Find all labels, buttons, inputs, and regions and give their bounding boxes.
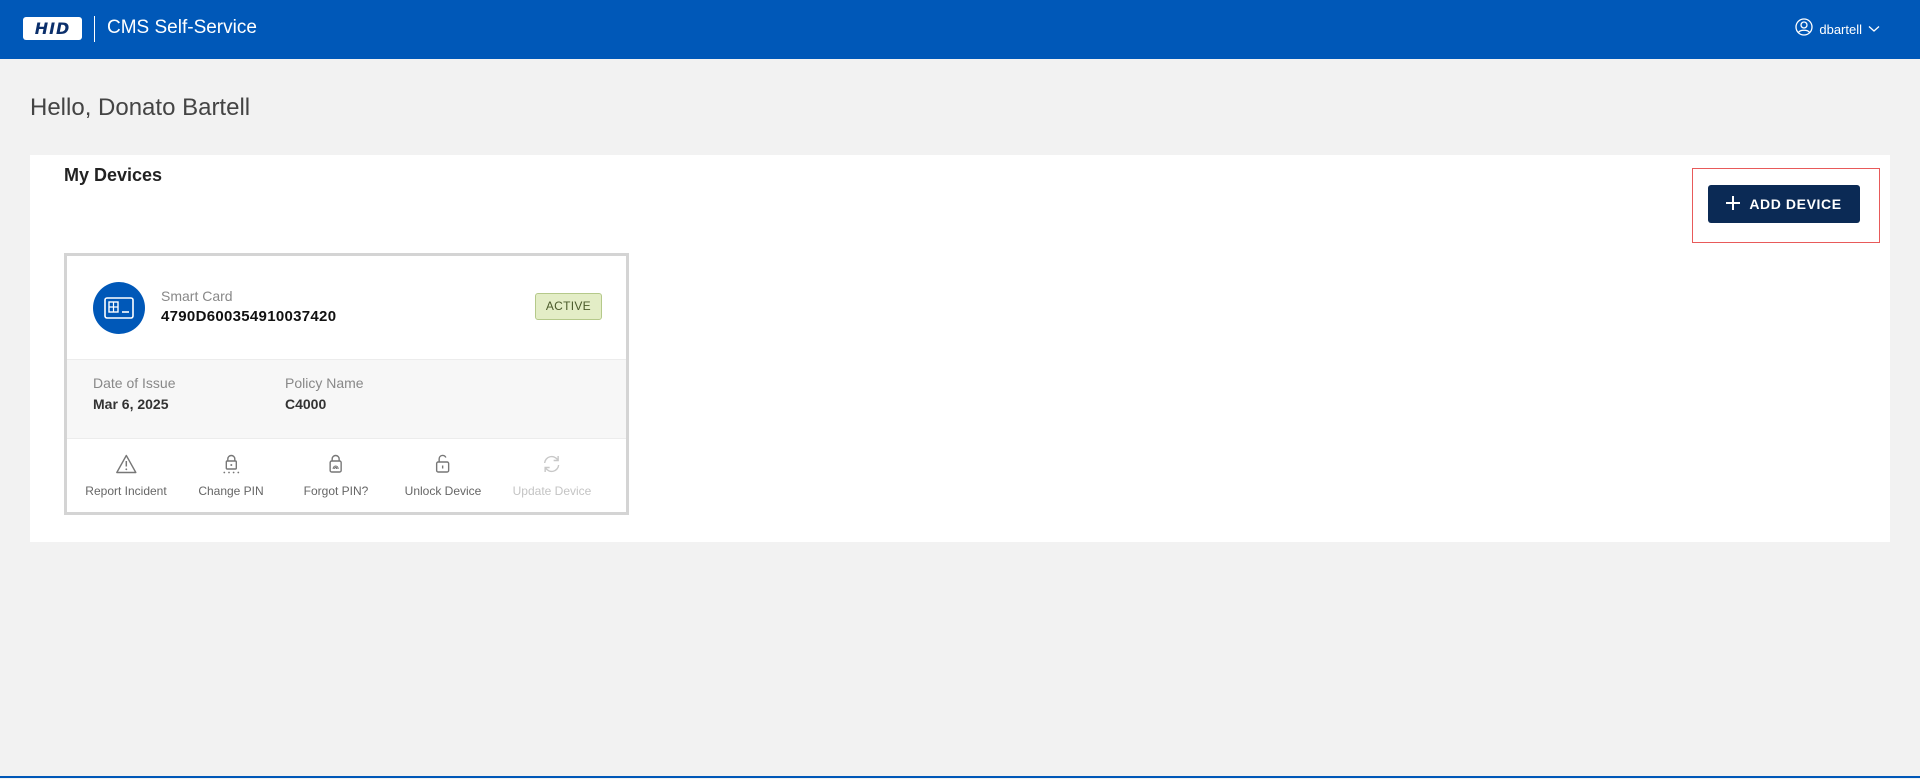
smart-card-icon	[93, 282, 145, 334]
status-badge: ACTIVE	[534, 293, 602, 320]
chevron-down-icon	[1868, 20, 1880, 38]
forgot-pin-label: Forgot PIN?	[303, 484, 369, 498]
panel-title: My Devices	[64, 165, 163, 185]
date-of-issue-label: Date of Issue	[93, 375, 176, 391]
unlock-device-action[interactable]: Unlock Device	[404, 454, 482, 498]
forgot-pin-action[interactable]: Forgot PIN?	[303, 454, 369, 498]
add-device-button[interactable]: ADD DEVICE	[1708, 185, 1860, 223]
lock-fingerprint-icon	[325, 454, 347, 479]
report-incident-label: Report Incident	[85, 484, 167, 498]
user-circle-icon	[1795, 17, 1814, 41]
date-of-issue: Date of Issue Mar 6, 2025	[93, 375, 176, 412]
policy-name: Policy Name C4000	[285, 375, 364, 412]
hid-logo[interactable]: HID	[23, 17, 82, 40]
top-app-bar: HID CMS Self-Service dbartell	[0, 0, 1920, 59]
device-card: Smart Card 4790D600354910037420 ACTIVE D…	[64, 253, 629, 515]
logo-text: HID	[34, 19, 71, 38]
change-pin-label: Change PIN	[198, 484, 264, 498]
report-incident-action[interactable]: Report Incident	[85, 454, 167, 498]
add-device-highlight: ADD DEVICE	[1692, 168, 1880, 243]
unlock-device-label: Unlock Device	[404, 484, 482, 498]
device-info: Date of Issue Mar 6, 2025 Policy Name C4…	[67, 359, 626, 439]
user-name: dbartell	[1819, 21, 1862, 37]
date-of-issue-value: Mar 6, 2025	[93, 396, 169, 412]
plus-icon	[1726, 195, 1741, 213]
device-type: Smart Card	[161, 288, 233, 304]
policy-name-value: C4000	[285, 396, 327, 412]
unlock-icon	[432, 454, 454, 479]
my-devices-panel: My Devices ADD DEVICE Smart Card 4790D60…	[30, 155, 1890, 542]
change-pin-action[interactable]: Change PIN	[198, 454, 264, 498]
app-title: CMS Self-Service	[107, 17, 257, 38]
lock-pin-icon	[220, 454, 242, 479]
bottom-border	[0, 776, 1920, 778]
user-menu[interactable]: dbartell	[1795, 17, 1880, 41]
refresh-icon	[541, 454, 563, 479]
update-device-label: Update Device	[512, 484, 592, 498]
policy-name-label: Policy Name	[285, 375, 364, 391]
device-card-header: Smart Card 4790D600354910037420 ACTIVE	[67, 256, 626, 359]
warning-icon	[115, 454, 137, 479]
header-divider	[94, 16, 95, 42]
greeting-heading: Hello, Donato Bartell	[30, 94, 251, 121]
add-device-label: ADD DEVICE	[1749, 196, 1842, 212]
device-id: 4790D600354910037420	[161, 308, 337, 325]
update-device-action[interactable]: Update Device	[512, 454, 592, 498]
device-actions: Report Incident Change PIN Forgot PIN? U…	[67, 439, 626, 512]
